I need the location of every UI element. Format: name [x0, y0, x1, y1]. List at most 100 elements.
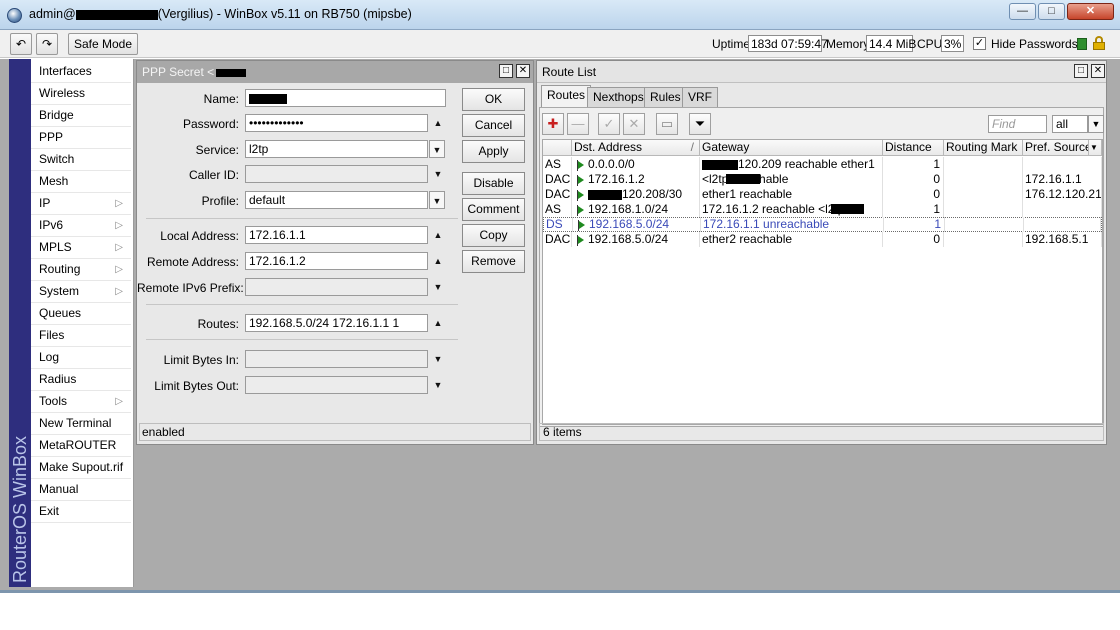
routes-field[interactable]: 192.168.5.0/24 172.16.1.1 1	[245, 314, 428, 332]
dropdown-arrow-icon[interactable]: ▼	[429, 191, 445, 209]
tab-rules[interactable]: Rules	[644, 87, 687, 107]
menu-item-log[interactable]: Log	[31, 347, 131, 369]
menu-item-files[interactable]: Files	[31, 325, 131, 347]
filter-select[interactable]: all	[1052, 115, 1088, 133]
ok-button[interactable]: OK	[462, 88, 525, 111]
maximize-icon[interactable]: □	[1074, 64, 1088, 78]
tab-vrf[interactable]: VRF	[682, 87, 718, 107]
menu-item-radius[interactable]: Radius	[31, 369, 131, 391]
collapse-arrow-icon[interactable]: ▲	[430, 314, 446, 332]
column-header-gateway[interactable]: Gateway	[700, 140, 883, 156]
limit-bytes-in-label: Limit Bytes In:	[163, 353, 239, 367]
column-header-routing-mark[interactable]: Routing Mark	[944, 140, 1023, 156]
cancel-button[interactable]: Cancel	[462, 114, 525, 137]
menu-item-bridge[interactable]: Bridge	[31, 105, 131, 127]
menu-item-ppp[interactable]: PPP	[31, 127, 131, 149]
remove-icon[interactable]: —	[567, 113, 589, 135]
hide-passwords-checkbox[interactable]: ✓	[973, 37, 986, 50]
undo-icon[interactable]: ↶	[10, 33, 32, 55]
comment-button[interactable]: Comment	[462, 198, 525, 221]
tab-routes[interactable]: Routes	[541, 85, 592, 107]
table-row[interactable]: DAC 172.16.1.2 <l2tp- reachable 0 172.16…	[543, 172, 1102, 187]
ppp-secret-titlebar[interactable]: PPP Secret <	[137, 61, 533, 83]
disable-icon[interactable]: ✕	[623, 113, 645, 135]
expand-arrow-icon[interactable]: ▼	[430, 376, 446, 394]
column-header-pref-source[interactable]: Pref. Source	[1023, 140, 1089, 156]
memory-value: 14.4 MiB	[866, 35, 916, 52]
remove-button[interactable]: Remove	[462, 250, 525, 273]
cell-distance: 1	[883, 202, 944, 217]
column-header-distance[interactable]: Distance	[883, 140, 944, 156]
remote-ipv6-prefix-field[interactable]	[245, 278, 428, 296]
expand-arrow-icon[interactable]: ▼	[430, 350, 446, 368]
menu-item-exit[interactable]: Exit	[31, 501, 131, 523]
dropdown-arrow-icon[interactable]: ▼	[1088, 115, 1104, 133]
columns-menu-icon[interactable]: ▼	[1089, 140, 1102, 156]
limit-bytes-out-field[interactable]	[245, 376, 428, 394]
collapse-arrow-icon[interactable]: ▲	[430, 114, 446, 132]
column-header-flags[interactable]	[543, 140, 572, 156]
menu-item-queues[interactable]: Queues	[31, 303, 131, 325]
status-indicator-icon	[1077, 38, 1087, 50]
minimize-button[interactable]: —	[1009, 3, 1036, 20]
name-field[interactable]	[245, 89, 446, 107]
table-row[interactable]: DS 192.168.5.0/24 172.16.1.1 unreachable…	[543, 217, 1102, 232]
menu-item-ip[interactable]: IP ▷	[31, 193, 131, 215]
menu-item-label: New Terminal	[39, 416, 112, 430]
menu-item-mpls[interactable]: MPLS ▷	[31, 237, 131, 259]
cell-flags: AS	[543, 157, 572, 172]
remote-address-field[interactable]: 172.16.1.2	[245, 252, 428, 270]
menu-item-interfaces[interactable]: Interfaces	[31, 61, 131, 83]
comment-icon[interactable]: ▭	[656, 113, 678, 135]
limit-bytes-in-field[interactable]	[245, 350, 428, 368]
collapse-arrow-icon[interactable]: ▲	[430, 252, 446, 270]
menu-item-new-terminal[interactable]: New Terminal	[31, 413, 131, 435]
route-list-titlebar[interactable]: Route List	[537, 61, 1106, 83]
redacted-ip	[702, 159, 738, 170]
table-row[interactable]: DAC 120.208/30 ether1 reachable 0 176.12…	[543, 187, 1102, 202]
menu-item-system[interactable]: System ▷	[31, 281, 131, 303]
cell-gateway: <l2tp- reachable	[700, 172, 883, 187]
find-input[interactable]: Find	[988, 115, 1047, 133]
submenu-arrow-icon: ▷	[115, 396, 123, 407]
collapse-arrow-icon[interactable]: ▲	[430, 226, 446, 244]
profile-label: Profile:	[201, 194, 239, 208]
safe-mode-button[interactable]: Safe Mode	[68, 33, 138, 55]
menu-item-make-supout[interactable]: Make Supout.rif	[31, 457, 131, 479]
redo-icon[interactable]: ↷	[36, 33, 58, 55]
menu-item-metarouter[interactable]: MetaROUTER	[31, 435, 131, 457]
copy-button[interactable]: Copy	[462, 224, 525, 247]
column-header-dst-address[interactable]: Dst. Address /	[572, 140, 700, 156]
cell-flags: DAC	[545, 232, 572, 247]
menu-item-tools[interactable]: Tools ▷	[31, 391, 131, 413]
table-row[interactable]: AS 0.0.0.0/0 120.209 reachable ether1 1	[543, 157, 1102, 172]
menu-item-ipv6[interactable]: IPv6 ▷	[31, 215, 131, 237]
close-icon[interactable]: ✕	[516, 64, 530, 78]
tab-nexthops[interactable]: Nexthops	[587, 87, 650, 107]
add-icon[interactable]: ✚	[542, 113, 564, 135]
menu-item-mesh[interactable]: Mesh	[31, 171, 131, 193]
close-icon[interactable]: ✕	[1091, 64, 1105, 78]
enable-icon[interactable]: ✓	[598, 113, 620, 135]
close-window-button[interactable]: ✕	[1067, 3, 1114, 20]
table-row[interactable]: AS 192.168.1.0/24 172.16.1.2 reachable <…	[543, 202, 1102, 217]
expand-arrow-icon[interactable]: ▼	[430, 165, 446, 183]
apply-button[interactable]: Apply	[462, 140, 525, 163]
maximize-button[interactable]: □	[1038, 3, 1065, 20]
local-address-field[interactable]: 172.16.1.1	[245, 226, 428, 244]
menu-item-routing[interactable]: Routing ▷	[31, 259, 131, 281]
caller-id-field[interactable]	[245, 165, 428, 183]
service-select[interactable]: l2tp	[245, 140, 428, 158]
disable-button[interactable]: Disable	[462, 172, 525, 195]
expand-arrow-icon[interactable]: ▼	[430, 278, 446, 296]
filter-icon[interactable]: ⏷	[689, 113, 711, 135]
password-field[interactable]: •••••••••••••	[245, 114, 428, 132]
maximize-icon[interactable]: □	[499, 64, 513, 78]
menu-item-wireless[interactable]: Wireless	[31, 83, 131, 105]
profile-select[interactable]: default	[245, 191, 428, 209]
menu-item-manual[interactable]: Manual	[31, 479, 131, 501]
winbox-app-icon[interactable]	[7, 8, 22, 23]
table-row[interactable]: DAC 192.168.5.0/24 ether2 reachable 0 19…	[543, 232, 1102, 247]
dropdown-arrow-icon[interactable]: ▼	[429, 140, 445, 158]
menu-item-switch[interactable]: Switch	[31, 149, 131, 171]
